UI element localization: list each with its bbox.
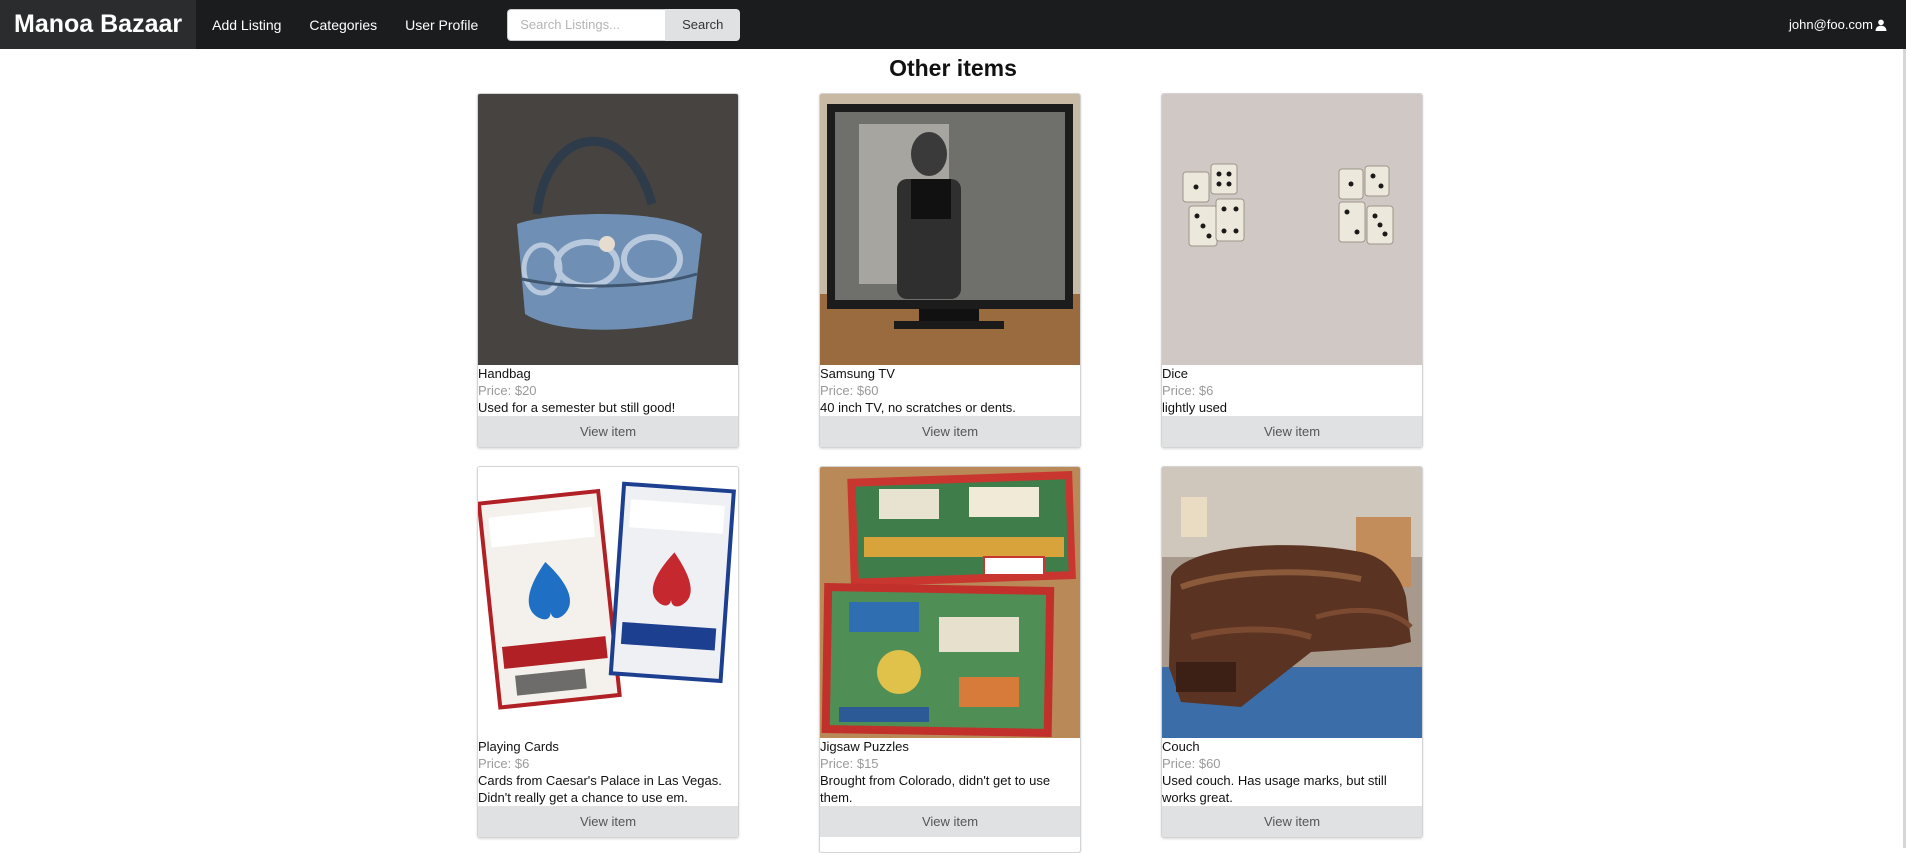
card-title: Playing Cards — [478, 739, 559, 754]
view-item-button[interactable]: View item — [820, 416, 1080, 447]
card-price: Price: $20 — [478, 383, 537, 398]
search-button[interactable]: Search — [665, 8, 741, 41]
card-description: Used for a semester but still good! — [478, 400, 676, 415]
nav-categories[interactable]: Categories — [295, 0, 391, 49]
card-price: Price: $6 — [1162, 383, 1214, 398]
brand-logo-link[interactable]: Manoa Bazaar — [0, 0, 197, 49]
nav-user-profile[interactable]: User Profile — [391, 0, 492, 49]
card-description: Brought from Colorado, didn't get to use… — [820, 773, 1051, 805]
listing-card-couch: Couch Price: $60 Used couch. Has usage m… — [1161, 466, 1423, 838]
card-description: Used couch. Has usage marks, but still w… — [1162, 773, 1387, 805]
samsung-tv-image — [820, 94, 1080, 365]
listing-card-samsung-tv: Samsung TV Price: $60 40 inch TV, no scr… — [819, 93, 1081, 448]
jigsaw-puzzles-image — [820, 467, 1080, 738]
card-title: Samsung TV — [820, 366, 895, 381]
user-email: john@foo.com — [1788, 17, 1873, 32]
nav-add-listing[interactable]: Add Listing — [198, 0, 295, 49]
top-navbar: Manoa Bazaar Add Listing Categories User… — [0, 0, 1906, 49]
card-title: Couch — [1162, 739, 1200, 754]
card-spacer — [820, 837, 1080, 852]
search-input[interactable] — [507, 8, 666, 41]
card-price: Price: $15 — [820, 756, 879, 771]
card-description: Cards from Caesar's Palace in Las Vegas.… — [478, 773, 722, 805]
listing-card-dice: Dice Price: $6 lightly used View item — [1161, 93, 1423, 448]
card-title: Handbag — [478, 366, 531, 381]
playing-cards-image — [478, 467, 738, 738]
dice-image — [1162, 94, 1422, 365]
listing-card-jigsaw-puzzles: Jigsaw Puzzles Price: $15 Brought from C… — [819, 466, 1081, 853]
search-form: Search — [507, 8, 741, 41]
card-title: Jigsaw Puzzles — [820, 739, 909, 754]
card-title: Dice — [1162, 366, 1189, 381]
handbag-image — [478, 94, 738, 365]
view-item-button[interactable]: View item — [1162, 806, 1422, 837]
card-description: 40 inch TV, no scratches or dents. — [820, 400, 1016, 415]
view-item-button[interactable]: View item — [1162, 416, 1422, 447]
page-title: Other items — [889, 55, 1017, 81]
card-description: lightly used — [1162, 400, 1228, 415]
card-price: Price: $6 — [478, 756, 530, 771]
card-price: Price: $60 — [1162, 756, 1221, 771]
user-menu[interactable]: john@foo.com — [1789, 0, 1887, 49]
listing-card-handbag: Handbag Price: $20 Used for a semester b… — [477, 93, 739, 448]
view-item-button[interactable]: View item — [478, 806, 738, 837]
user-icon — [1875, 19, 1887, 31]
view-item-button[interactable]: View item — [820, 806, 1080, 837]
view-item-button[interactable]: View item — [478, 416, 738, 447]
couch-image — [1162, 467, 1422, 738]
listing-card-playing-cards: Playing Cards Price: $6 Cards from Caesa… — [477, 466, 739, 838]
card-price: Price: $60 — [820, 383, 879, 398]
